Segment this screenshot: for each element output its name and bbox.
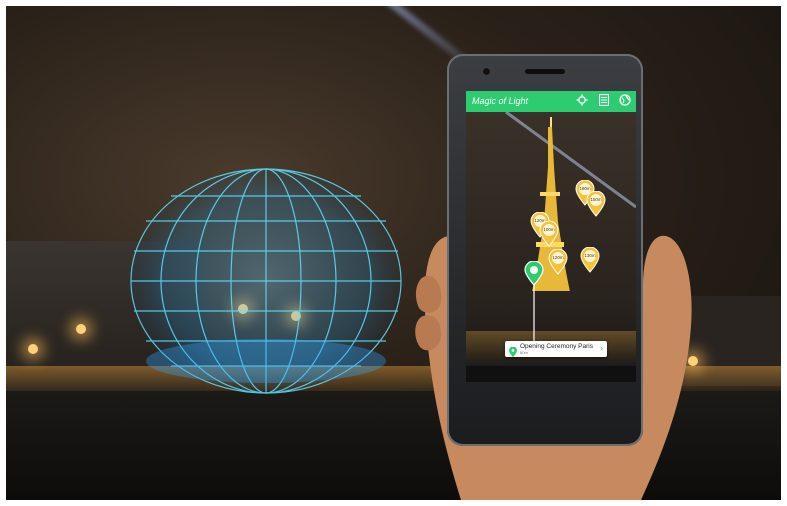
- app-title: Magic of Light: [472, 96, 529, 106]
- ar-app-screen[interactable]: Magic of Light 120m 100m 180m 150m 120m …: [466, 91, 636, 382]
- screen-bottom-strip: [466, 366, 636, 382]
- phone-top-bezel: [447, 54, 643, 86]
- ar-poi-pin[interactable]: 100m: [539, 220, 559, 252]
- phone-bottom-bezel: [447, 384, 643, 446]
- ar-pin-distance: 100m: [543, 227, 555, 232]
- ar-poi-pin[interactable]: 150m: [586, 190, 606, 222]
- list-icon[interactable]: [597, 93, 611, 108]
- chevron-right-icon[interactable]: ›: [600, 343, 603, 353]
- ar-pin-distance: 150m: [590, 197, 602, 202]
- ar-poi-pin[interactable]: 120m: [548, 248, 568, 280]
- gear-icon[interactable]: [575, 94, 589, 108]
- illuminated-globe-sculpture: [130, 168, 402, 394]
- poi-info-card[interactable]: Opening Ceremony Paris 80m ›: [505, 341, 607, 357]
- street-light: [76, 324, 86, 334]
- smartphone: Magic of Light 120m 100m 180m 150m 120m …: [447, 54, 643, 446]
- poi-distance: 80m: [520, 350, 528, 355]
- front-camera: [483, 68, 490, 75]
- ar-pin-distance: 120m: [552, 255, 564, 260]
- ar-pin-distance: 130m: [584, 253, 596, 258]
- selected-poi-pin[interactable]: [524, 260, 544, 346]
- ar-poi-pin[interactable]: 130m: [580, 246, 600, 278]
- photo-background: Magic of Light 120m 100m 180m 150m 120m …: [6, 6, 781, 500]
- poi-title: Opening Ceremony Paris: [520, 343, 593, 350]
- globe-icon[interactable]: [618, 94, 632, 108]
- location-pin-icon: [509, 344, 517, 362]
- earpiece-speaker: [525, 69, 565, 74]
- app-bar: Magic of Light: [466, 91, 636, 112]
- street-light: [28, 344, 38, 354]
